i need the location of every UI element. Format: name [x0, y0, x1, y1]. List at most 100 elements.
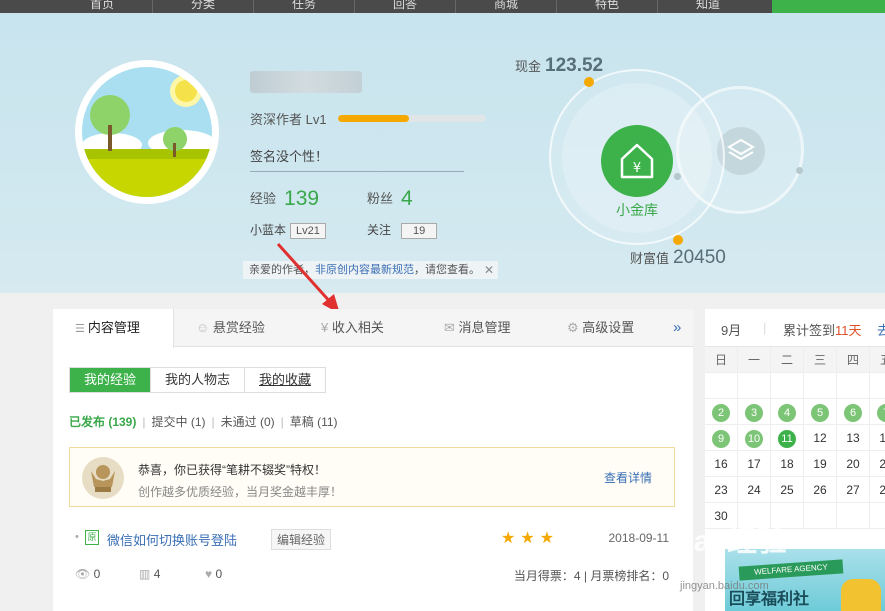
tab-bar: ☰ 内容管理 ☺ 悬赏经验 ¥ 收入相关 ✉ 消息管理 ⚙ 高级设置 »: [53, 309, 693, 348]
calendar-empty: [705, 373, 738, 399]
subtab-my-favorites[interactable]: 我的收藏: [245, 368, 325, 392]
exp-stat: 经验 139: [250, 187, 319, 211]
filter-divider: |: [142, 415, 146, 429]
nav-item-zhidao[interactable]: 知道: [658, 0, 758, 12]
blue-book[interactable]: 小蓝本 Lv21: [250, 221, 326, 239]
cash-value: 123.52: [545, 55, 604, 76]
mail-icon: ✉: [444, 320, 459, 335]
heart-icon: ♥: [205, 567, 213, 581]
nav-item-mall[interactable]: 商城: [456, 0, 556, 12]
signin-label: 累计签到: [783, 323, 836, 338]
signed-day: 7: [877, 404, 885, 422]
tabs-more-button[interactable]: »: [673, 309, 681, 347]
experience-title[interactable]: 微信如何切换账号登陆: [107, 530, 237, 549]
gear-icon: ⚙: [567, 320, 583, 335]
nav-item-home[interactable]: 首页: [52, 0, 152, 12]
username-blurred: [250, 71, 362, 93]
calendar-day: 4: [771, 399, 804, 425]
votes: ▥ 4: [139, 567, 160, 581]
calendar-day: 13: [837, 425, 870, 451]
signed-day: 9: [712, 430, 730, 448]
calendar-empty: [771, 373, 804, 399]
filter-submitting[interactable]: 提交中 (1): [151, 415, 205, 429]
subtab-bar: 我的经验 我的人物志 我的收藏: [69, 367, 327, 393]
tab-label: 高级设置: [582, 320, 635, 335]
weekday-header: 二: [771, 347, 804, 373]
rating-stars: ★★★: [501, 530, 560, 547]
calendar-empty: [804, 373, 837, 399]
nav-user-button[interactable]: [772, 0, 885, 13]
calendar-day: 3: [738, 399, 771, 425]
edit-experience-button[interactable]: 编辑经验: [271, 529, 332, 550]
avatar-image: [82, 67, 212, 197]
ring-dot: [796, 167, 803, 174]
level-progress-bar: [338, 115, 486, 122]
follow-count: 19: [401, 223, 438, 239]
subtab-my-profile[interactable]: 我的人物志: [151, 368, 246, 392]
tab-label: 悬赏经验: [212, 320, 265, 335]
signature[interactable]: 签名没个性！: [250, 146, 464, 172]
nav-item-category[interactable]: 分类: [153, 0, 253, 12]
signed-day: 2: [712, 404, 730, 422]
level-progress-fill: [338, 115, 410, 122]
nav-item-answer[interactable]: 回答: [355, 0, 455, 12]
calendar-empty: [870, 373, 885, 399]
fans-value: 4: [401, 187, 413, 210]
list-icon: ☰: [75, 323, 88, 335]
tab-content[interactable]: ☰ 内容管理: [53, 309, 174, 348]
likes: ♥ 0: [205, 567, 222, 581]
filter-rejected[interactable]: 未通过 (0): [221, 415, 275, 429]
filter-divider: |: [280, 415, 284, 429]
calendar-day: 20: [837, 451, 870, 477]
close-icon[interactable]: ✕: [484, 261, 494, 279]
watermark-url: jingyan.baidu.com: [680, 580, 769, 592]
weekday-header: 三: [804, 347, 837, 373]
views: 👁︎ 0: [75, 567, 100, 581]
nav-item-task[interactable]: 任务: [254, 0, 354, 12]
top-nav: 首页 分类 任务 回答 商城 特色 知道: [0, 0, 885, 13]
eye-icon: 👁︎: [75, 567, 91, 581]
signin-more-link[interactable]: 去: [877, 320, 885, 339]
weekday-header: 日: [705, 347, 738, 373]
filter-published[interactable]: 已发布 (139): [69, 415, 136, 429]
follow-stat[interactable]: 关注 19: [367, 221, 438, 239]
fans-label: 粉丝: [367, 191, 394, 206]
award-subtitle: 创作越多优质经验，当月奖金越丰厚！: [138, 485, 343, 499]
calendar-day: 16: [705, 451, 738, 477]
calendar-day: 24: [738, 477, 771, 503]
calendar-empty: [738, 373, 771, 399]
blue-book-level: Lv21: [290, 223, 326, 239]
filter-draft[interactable]: 草稿 (11): [290, 415, 338, 429]
calendar-divider: |: [763, 320, 767, 335]
fans-stat[interactable]: 粉丝 4: [367, 187, 413, 211]
wealth-label: 财富值: [630, 251, 670, 266]
signin-days: 11天: [835, 323, 862, 338]
author-level: 资深作者 Lv1: [250, 112, 327, 127]
table-row: • 原 微信如何切换账号登陆 编辑经验 ★★★ 2018-09-11: [75, 529, 675, 550]
calendar-empty: [837, 503, 870, 529]
likes-count: 0: [215, 567, 223, 581]
calendar-day: 6: [837, 399, 870, 425]
signed-day: 3: [745, 404, 763, 422]
tab-income[interactable]: ¥ 收入相关: [321, 309, 384, 347]
avatar[interactable]: [75, 60, 219, 204]
bank-label[interactable]: 小金库: [600, 200, 674, 220]
calendar-day: 26: [804, 477, 837, 503]
nav-item-feature[interactable]: 特色: [557, 0, 657, 12]
annotation-arrow: [276, 242, 340, 314]
experience-date: 2018-09-11: [608, 531, 670, 545]
calendar-empty: [870, 503, 885, 529]
signin-total: 累计签到11天: [783, 320, 862, 339]
tab-reward[interactable]: ☺ 悬赏经验: [196, 309, 265, 347]
ring-dot: [674, 173, 681, 180]
banner-ribbon: WELFARE AGENCY: [738, 559, 844, 581]
svg-text:¥: ¥: [633, 161, 641, 176]
award-banner: 恭喜，你已获得“笔耕不辍奖”特权！ 创作越多优质经验，当月奖金越丰厚！ 查看详情: [69, 447, 675, 507]
subtab-my-experience[interactable]: 我的经验: [70, 368, 152, 392]
tab-settings[interactable]: ⚙ 高级设置: [567, 309, 634, 347]
bank-button[interactable]: ¥: [601, 125, 673, 197]
award-details-link[interactable]: 查看详情: [604, 469, 652, 486]
monthly-stats: 当月得票：4 | 月票榜排名：0: [513, 569, 669, 583]
exp-value: 139: [284, 187, 320, 210]
tab-messages[interactable]: ✉ 消息管理: [444, 309, 511, 347]
